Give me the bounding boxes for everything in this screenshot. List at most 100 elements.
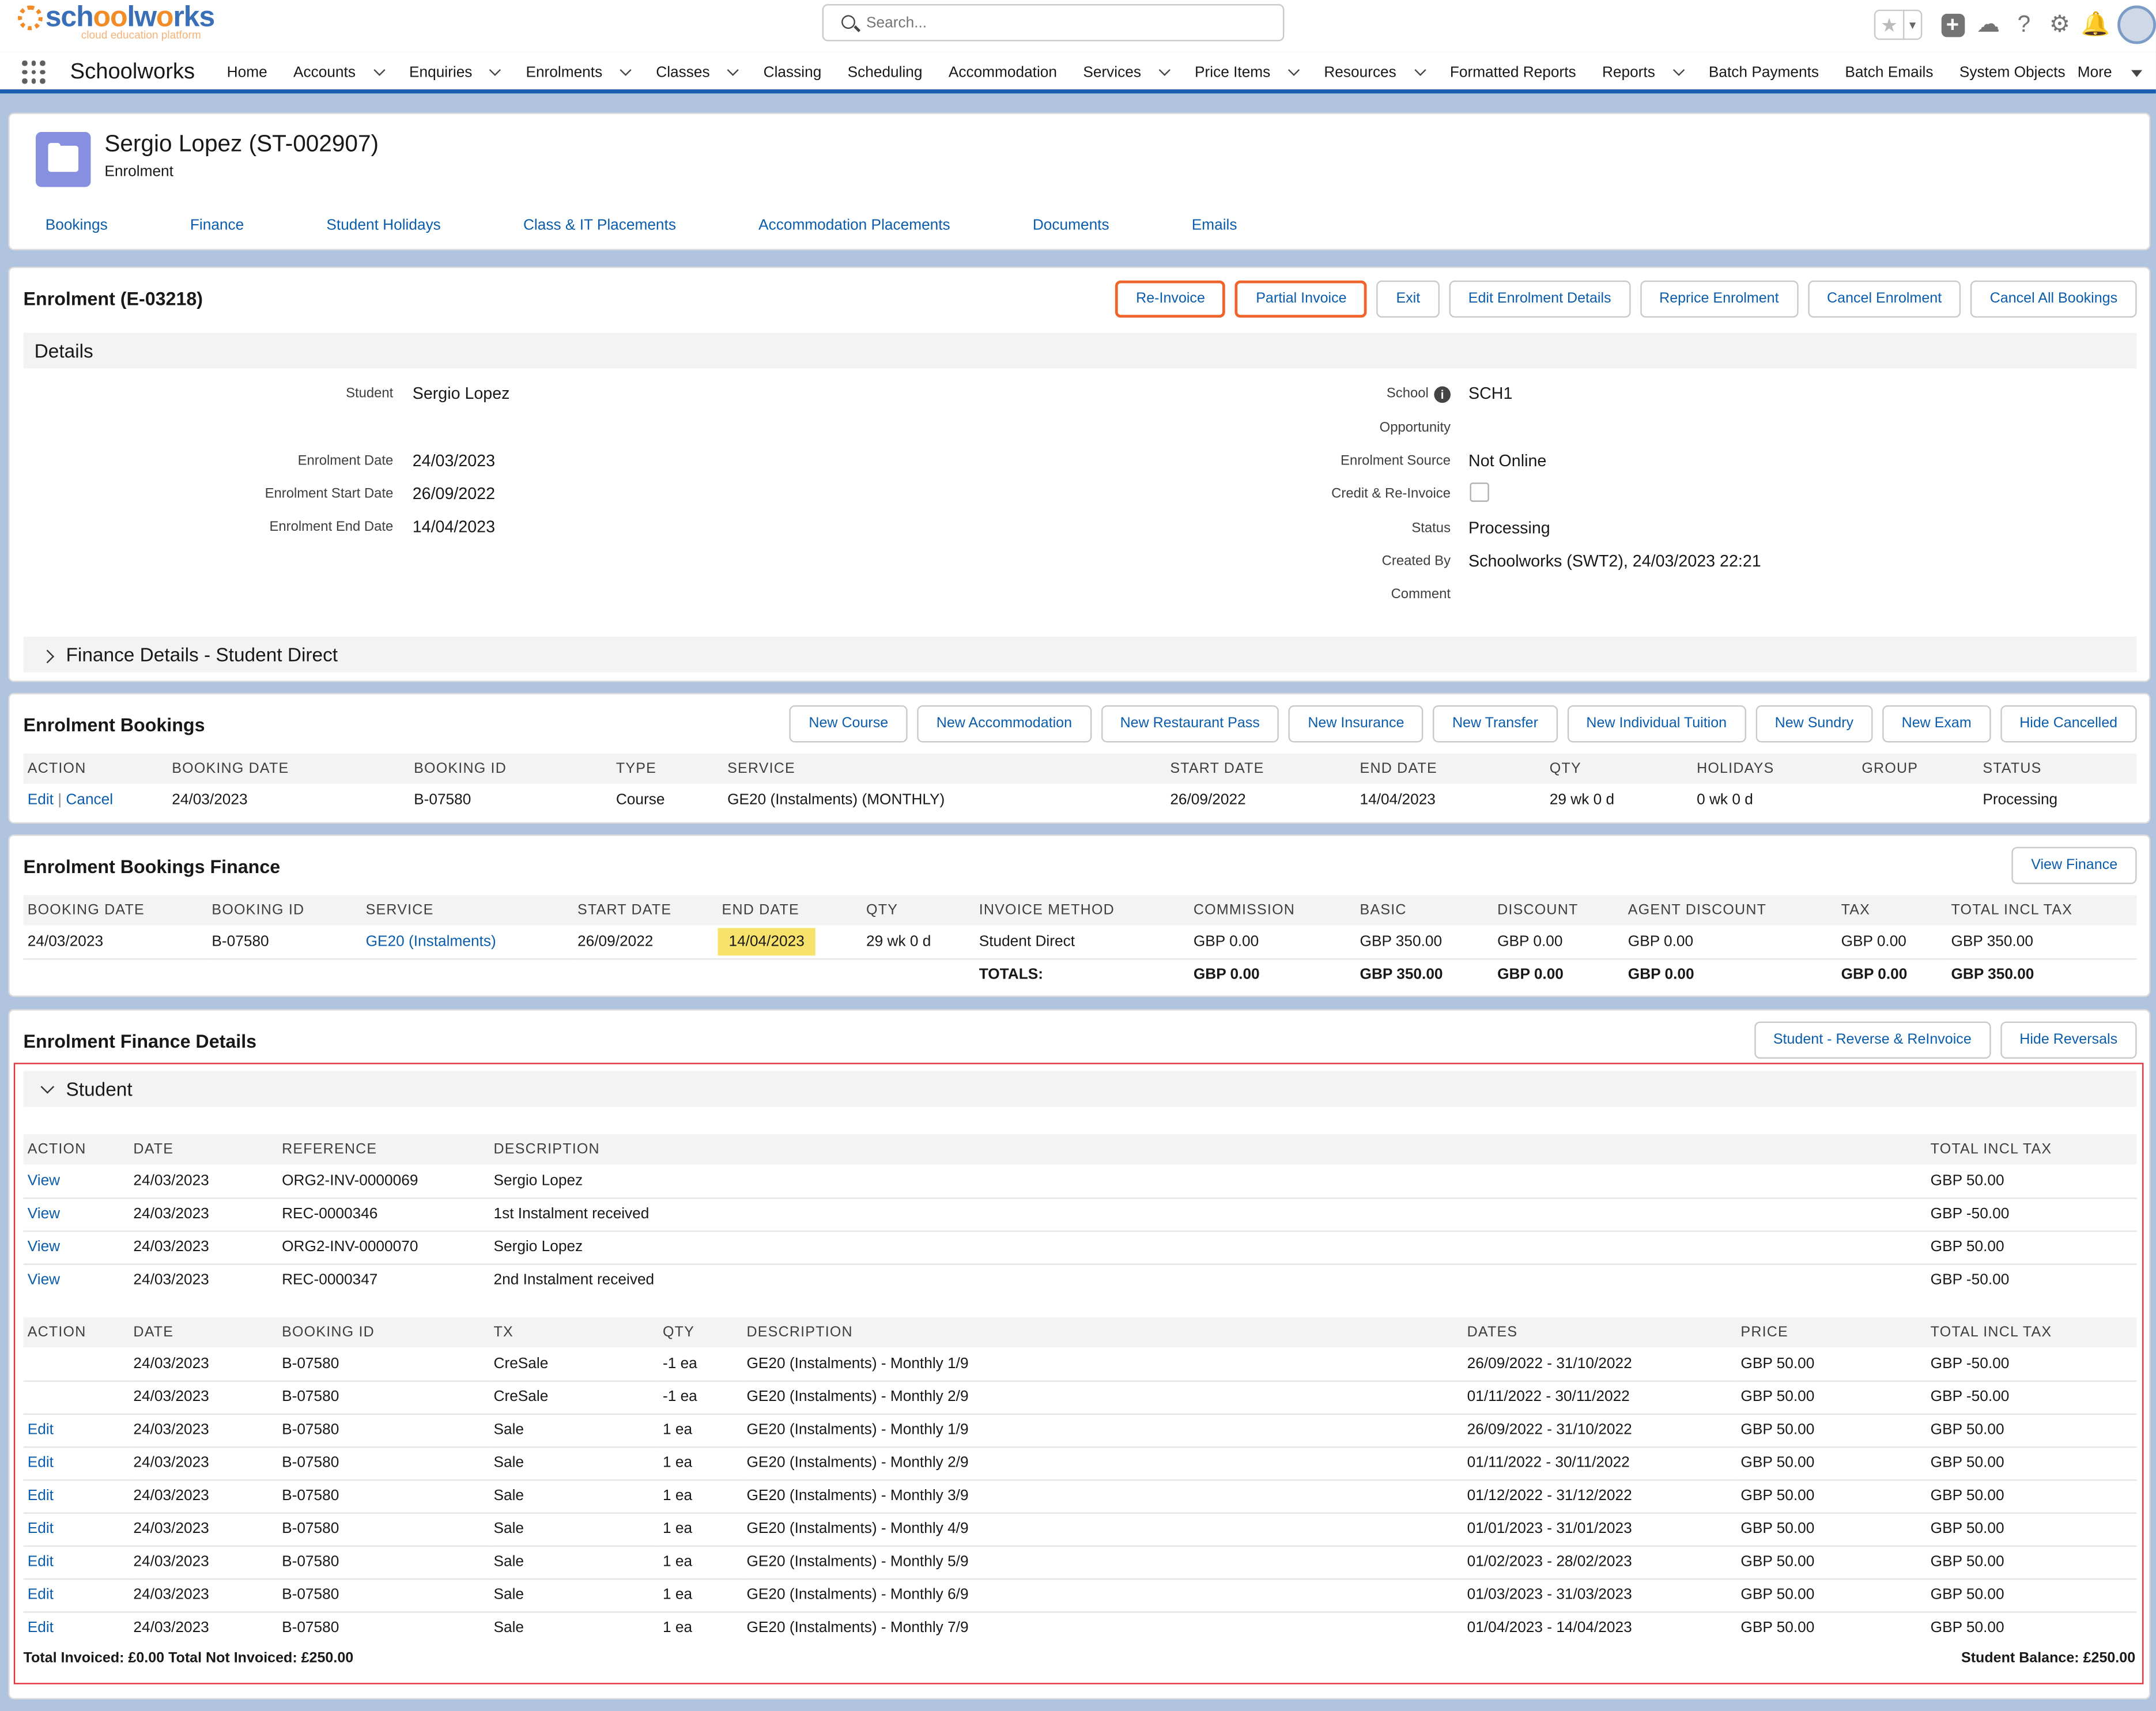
school-link[interactable]: SCH1 <box>1468 384 1512 403</box>
view-link[interactable]: View <box>23 1198 130 1232</box>
new-insurance-button[interactable]: New Insurance <box>1288 705 1424 743</box>
nav-item-label[interactable]: Accounts <box>293 65 356 81</box>
nav-more[interactable]: More <box>2078 65 2143 81</box>
re-invoice-button[interactable]: Re-Invoice <box>1115 280 1226 318</box>
partial-invoice-button[interactable]: Partial Invoice <box>1235 280 1368 318</box>
global-search[interactable] <box>822 4 1285 41</box>
info-icon[interactable]: i <box>1434 386 1451 403</box>
new-individual-tuition-button[interactable]: New Individual Tuition <box>1567 705 1746 743</box>
new-transfer-button[interactable]: New Transfer <box>1433 705 1558 743</box>
chevron-down-icon[interactable] <box>1287 64 1300 76</box>
credit-reinvoice-checkbox[interactable] <box>1470 482 1489 502</box>
chevron-down-icon[interactable] <box>2131 69 2143 77</box>
nav-item-resources[interactable]: Resources <box>1324 64 1426 81</box>
nav-item-label[interactable]: Formatted Reports <box>1450 65 1576 81</box>
exit-button[interactable]: Exit <box>1377 280 1440 318</box>
cloud-icon[interactable]: ☁ <box>1970 10 2006 40</box>
add-icon[interactable]: + <box>1935 10 1970 40</box>
nav-item-formatted-reports[interactable]: Formatted Reports <box>1450 65 1576 81</box>
student-section-toggle[interactable]: Student <box>23 1071 2137 1107</box>
edit-link[interactable]: Edit <box>23 1578 130 1612</box>
edit-enrolment-details-button[interactable]: Edit Enrolment Details <box>1449 280 1630 318</box>
reprice-enrolment-button[interactable]: Reprice Enrolment <box>1640 280 1798 318</box>
nav-item-classing[interactable]: Classing <box>764 65 822 81</box>
nav-item-batch-emails[interactable]: Batch Emails <box>1845 65 1933 81</box>
nav-item-reports[interactable]: Reports <box>1602 64 1685 81</box>
tab-bookings[interactable]: Bookings <box>46 217 108 234</box>
nav-item-services[interactable]: Services <box>1083 64 1170 81</box>
chevron-down-icon[interactable] <box>727 64 739 76</box>
tab-documents[interactable]: Documents <box>1033 217 1109 234</box>
nav-item-price-items[interactable]: Price Items <box>1195 64 1300 81</box>
star-icon[interactable]: ★ <box>1875 11 1903 39</box>
nav-item-label[interactable]: Enrolments <box>526 65 602 81</box>
nav-item-label[interactable]: Batch Emails <box>1845 65 1933 81</box>
chevron-down-icon[interactable] <box>373 64 385 76</box>
chevron-down-icon[interactable]: ▼ <box>1902 11 1921 39</box>
nav-item-label[interactable]: Batch Payments <box>1709 65 1819 81</box>
nav-item-batch-payments[interactable]: Batch Payments <box>1709 65 1819 81</box>
hide-cancelled-button[interactable]: Hide Cancelled <box>2000 705 2137 743</box>
schoolworks-logo[interactable]: schoolworks cloud education platform <box>15 1 221 43</box>
cancel-enrolment-button[interactable]: Cancel Enrolment <box>1807 280 1961 318</box>
edit-link[interactable]: Edit <box>23 1479 130 1513</box>
nav-item-accommodation[interactable]: Accommodation <box>949 65 1057 81</box>
nav-item-label[interactable]: Reports <box>1602 65 1655 81</box>
tab-accommodation-placements[interactable]: Accommodation Placements <box>758 217 950 234</box>
new-course-button[interactable]: New Course <box>789 705 908 743</box>
chevron-right-icon[interactable] <box>40 649 55 664</box>
nav-item-label[interactable]: Price Items <box>1195 65 1270 81</box>
chevron-down-icon[interactable] <box>489 64 502 76</box>
edit-link[interactable]: Edit <box>23 1512 130 1546</box>
nav-item-label[interactable]: System Objects <box>1959 65 2066 81</box>
edit-link[interactable]: Edit <box>23 1413 130 1448</box>
finance-details-label[interactable]: Finance Details - Student Direct <box>66 644 338 666</box>
nav-item-enrolments[interactable]: Enrolments <box>526 64 632 81</box>
bf-service-link[interactable]: GE20 (Instalments) <box>361 925 573 960</box>
edit-link[interactable]: Edit <box>28 792 54 809</box>
view-finance-button[interactable]: View Finance <box>2011 847 2137 885</box>
view-link[interactable]: View <box>23 1230 130 1264</box>
nav-item-scheduling[interactable]: Scheduling <box>848 65 923 81</box>
search-input[interactable] <box>866 12 1265 35</box>
chevron-down-icon[interactable] <box>40 1080 55 1094</box>
nav-item-label[interactable]: Accommodation <box>949 65 1057 81</box>
tab-class-it-placements[interactable]: Class & IT Placements <box>523 217 676 234</box>
gear-icon[interactable]: ⚙ <box>2042 10 2078 40</box>
view-link[interactable]: View <box>24 1264 130 1297</box>
chevron-down-icon[interactable] <box>1672 64 1685 76</box>
avatar[interactable] <box>2117 5 2156 44</box>
new-accommodation-button[interactable]: New Accommodation <box>917 705 1092 743</box>
chevron-down-icon[interactable] <box>1158 64 1170 76</box>
cancel-all-bookings-button[interactable]: Cancel All Bookings <box>1970 280 2137 318</box>
bell-icon[interactable]: 🔔 <box>2078 10 2113 40</box>
chevron-down-icon[interactable] <box>1414 64 1426 76</box>
nav-item-accounts[interactable]: Accounts <box>293 64 385 81</box>
nav-item-home[interactable]: Home <box>227 65 267 81</box>
finance-details-toggle[interactable]: Finance Details - Student Direct <box>23 636 2137 673</box>
nav-item-label[interactable]: Scheduling <box>848 65 923 81</box>
help-icon[interactable]: ? <box>2006 10 2042 40</box>
tab-emails[interactable]: Emails <box>1192 217 1237 234</box>
edit-link[interactable]: Edit <box>24 1611 130 1644</box>
new-restaurant-pass-button[interactable]: New Restaurant Pass <box>1101 705 1279 743</box>
chevron-down-icon[interactable] <box>620 64 632 76</box>
new-sundry-button[interactable]: New Sundry <box>1755 705 1873 743</box>
student-section-label[interactable]: Student <box>66 1078 133 1100</box>
nav-item-label[interactable]: Classing <box>764 65 822 81</box>
cancel-link[interactable]: Cancel <box>66 792 113 809</box>
app-launcher-icon[interactable] <box>22 60 46 84</box>
nav-item-system-objects[interactable]: System Objects <box>1959 65 2066 81</box>
nav-item-classes[interactable]: Classes <box>656 64 739 81</box>
nav-item-label[interactable]: Services <box>1083 65 1141 81</box>
hide-reversals-button[interactable]: Hide Reversals <box>2000 1021 2137 1059</box>
tab-finance[interactable]: Finance <box>190 217 244 234</box>
nav-item-label[interactable]: Classes <box>656 65 709 81</box>
nav-item-enquiries[interactable]: Enquiries <box>409 64 502 81</box>
view-link[interactable]: View <box>23 1164 130 1199</box>
student-reverse-reinvoice-button[interactable]: Student - Reverse & ReInvoice <box>1754 1021 1991 1059</box>
nav-item-label[interactable]: Home <box>227 65 267 81</box>
nav-more-label[interactable]: More <box>2078 65 2112 81</box>
nav-item-label[interactable]: Enquiries <box>409 65 472 81</box>
edit-link[interactable]: Edit <box>23 1545 130 1580</box>
